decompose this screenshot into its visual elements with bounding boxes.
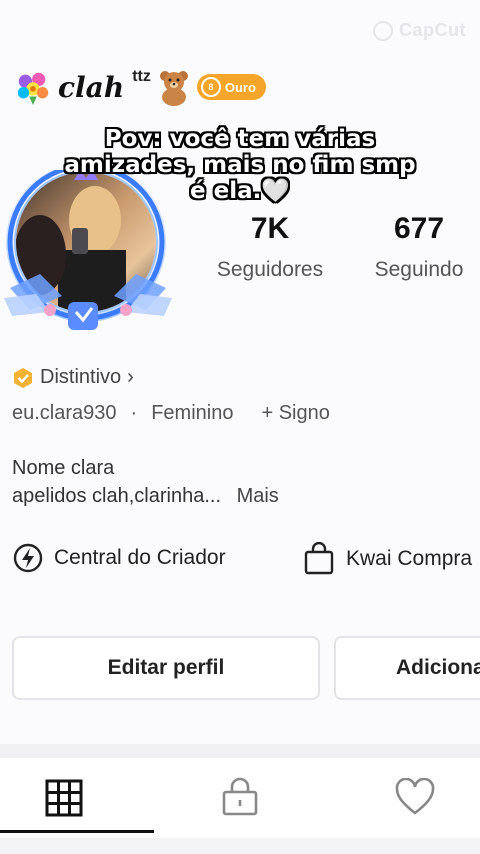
- add-friends-button[interactable]: Adiciona: [334, 636, 480, 700]
- flower-bouquet-icon: [17, 72, 49, 106]
- followers-count: 7K: [250, 212, 290, 245]
- edit-profile-button[interactable]: Editar perfil: [12, 636, 320, 700]
- profile-tab-bar: [0, 758, 480, 838]
- creator-center-link[interactable]: Central do Criador: [12, 542, 226, 574]
- level-badge[interactable]: 8 Ouro: [196, 74, 266, 100]
- bottom-strip: [0, 838, 480, 854]
- tab-grid[interactable]: [44, 778, 88, 822]
- profile-name-row: clah ttz 8 Ouro: [14, 68, 266, 106]
- grid-icon: [45, 779, 83, 817]
- following-count: 677: [393, 212, 445, 245]
- shopping-bag-icon: [304, 542, 334, 575]
- add-sign-button[interactable]: + Signo: [261, 402, 329, 425]
- profile-name: clah: [58, 70, 125, 104]
- coin-icon: 8: [200, 77, 221, 97]
- profile-name-suffix: ttz: [132, 68, 151, 85]
- profile-meta-row: eu.clara930 · Feminino + Signo: [12, 402, 330, 425]
- section-divider: [0, 744, 480, 758]
- followers-label: Seguidores: [216, 258, 324, 281]
- teddy-bear-icon: [159, 71, 188, 106]
- video-caption-overlay: Pov: você tem várias amizades, mais no f…: [64, 126, 416, 204]
- bio-line: Nome clara: [12, 457, 115, 479]
- chevron-right-icon: ›: [127, 366, 134, 388]
- active-tab-indicator: [0, 830, 154, 833]
- following-stat[interactable]: 677 Seguindo: [362, 212, 476, 282]
- meta-separator: ·: [130, 402, 138, 424]
- heart-icon: [395, 777, 435, 815]
- lock-icon: [222, 777, 258, 816]
- tab-liked[interactable]: [394, 777, 438, 822]
- following-label: Seguindo: [374, 258, 464, 281]
- profile-bio: Nome clara apelidos clah,clarinha... Mai…: [12, 454, 279, 510]
- badge-icon: [14, 367, 32, 388]
- username: eu.clara930: [12, 402, 117, 424]
- distintivo-label: Distintivo: [40, 366, 122, 388]
- followers-stat[interactable]: 7K Seguidores: [210, 212, 330, 282]
- capcut-watermark: CapCut: [373, 20, 466, 42]
- bio-line: apelidos clah,clarinha...: [12, 485, 222, 507]
- kwai-shop-link[interactable]: Kwai Compra: [302, 542, 472, 576]
- lightning-icon: [13, 543, 43, 573]
- distintivo-link[interactable]: Distintivo ›: [12, 366, 134, 389]
- tab-private[interactable]: [220, 776, 264, 820]
- bio-more-link[interactable]: Mais: [237, 485, 279, 507]
- capcut-logo-icon: [373, 21, 393, 42]
- gender: Feminino: [151, 402, 234, 424]
